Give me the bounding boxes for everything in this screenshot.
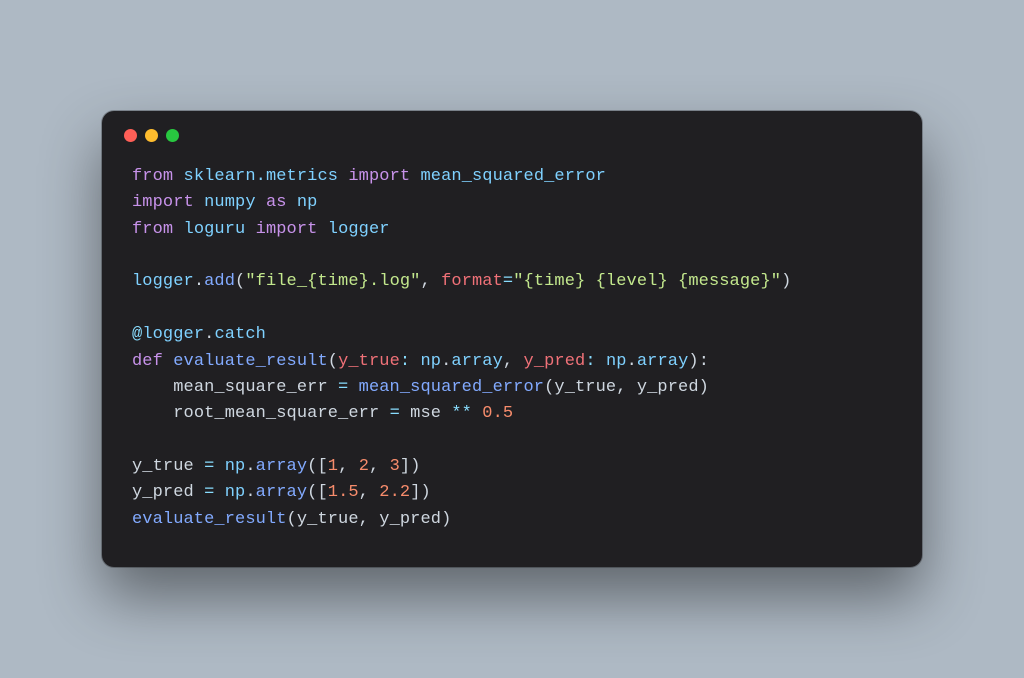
paren: ]) <box>400 457 421 476</box>
type: array <box>451 352 503 371</box>
kw-from: from <box>132 220 173 239</box>
comma: , <box>420 272 441 291</box>
decorator-at: @ <box>132 325 142 344</box>
dot: . <box>627 352 637 371</box>
number: 2 <box>359 457 369 476</box>
kw-from: from <box>132 167 173 186</box>
kw-import: import <box>256 220 318 239</box>
var: root_mean_square_err <box>173 404 379 423</box>
module: loguru <box>184 220 246 239</box>
type: np <box>420 352 441 371</box>
identifier: np <box>225 457 246 476</box>
minimize-icon[interactable] <box>145 129 158 142</box>
module: sklearn.metrics <box>184 167 339 186</box>
paren: ): <box>688 352 709 371</box>
type: array <box>637 352 689 371</box>
comma: , <box>338 457 359 476</box>
paren: ) <box>781 272 791 291</box>
number: 1 <box>328 457 338 476</box>
var: mean_square_err <box>173 378 328 397</box>
identifier: logger <box>142 325 204 344</box>
paren: ([ <box>307 457 328 476</box>
kw-import: import <box>348 167 410 186</box>
fn-def: evaluate_result <box>173 352 328 371</box>
indent <box>132 404 173 423</box>
fn-call: array <box>256 457 308 476</box>
comma: , <box>359 510 380 529</box>
fn-call: evaluate_result <box>132 510 287 529</box>
arg: y_pred <box>637 378 699 397</box>
paren: ) <box>699 378 709 397</box>
alias: np <box>297 193 318 212</box>
identifier: logger <box>328 220 390 239</box>
colon: : <box>400 352 421 371</box>
eq: = <box>194 483 225 502</box>
module: numpy <box>204 193 256 212</box>
identifier: np <box>225 483 246 502</box>
paren: ([ <box>307 483 328 502</box>
stage: from sklearn.metrics import mean_squared… <box>0 0 1024 678</box>
kw-def: def <box>132 352 163 371</box>
number: 0.5 <box>482 404 513 423</box>
identifier: mean_squared_error <box>421 167 606 186</box>
dot: . <box>441 352 451 371</box>
number: 3 <box>390 457 400 476</box>
zoom-icon[interactable] <box>166 129 179 142</box>
comma: , <box>359 483 380 502</box>
indent <box>132 378 173 397</box>
paren: ( <box>235 272 245 291</box>
eq: = <box>503 272 513 291</box>
kw-as: as <box>266 193 287 212</box>
paren: ( <box>328 352 338 371</box>
dot: . <box>245 483 255 502</box>
code-block: from sklearn.metrics import mean_squared… <box>102 152 922 567</box>
type: np <box>606 352 627 371</box>
arg: y_true <box>297 510 359 529</box>
var: y_pred <box>132 483 194 502</box>
paren: ( <box>544 378 554 397</box>
string: "file_{time}.log" <box>245 272 420 291</box>
param: y_pred <box>524 352 586 371</box>
eq: = <box>379 404 410 423</box>
colon: : <box>585 352 606 371</box>
fn-call: add <box>204 272 235 291</box>
window-titlebar <box>102 111 922 152</box>
dot: . <box>204 325 214 344</box>
comma: , <box>616 378 637 397</box>
dot: . <box>194 272 204 291</box>
op-pow: ** <box>441 404 482 423</box>
paren: ) <box>441 510 451 529</box>
eq: = <box>194 457 225 476</box>
arg: y_true <box>554 378 616 397</box>
var: y_true <box>132 457 194 476</box>
close-icon[interactable] <box>124 129 137 142</box>
kwarg: format <box>441 272 503 291</box>
arg: y_pred <box>379 510 441 529</box>
paren: ]) <box>410 483 431 502</box>
var: mse <box>410 404 441 423</box>
comma: , <box>369 457 390 476</box>
dot: . <box>245 457 255 476</box>
kw-import: import <box>132 193 194 212</box>
terminal-window: from sklearn.metrics import mean_squared… <box>102 111 922 567</box>
number: 1.5 <box>328 483 359 502</box>
comma: , <box>503 352 524 371</box>
paren: ( <box>287 510 297 529</box>
number: 2.2 <box>379 483 410 502</box>
string: "{time} {level} {message}" <box>513 272 781 291</box>
fn-call: array <box>256 483 308 502</box>
fn-call: mean_squared_error <box>359 378 544 397</box>
attr: catch <box>214 325 266 344</box>
eq: = <box>328 378 359 397</box>
param: y_true <box>338 352 400 371</box>
identifier: logger <box>132 272 194 291</box>
